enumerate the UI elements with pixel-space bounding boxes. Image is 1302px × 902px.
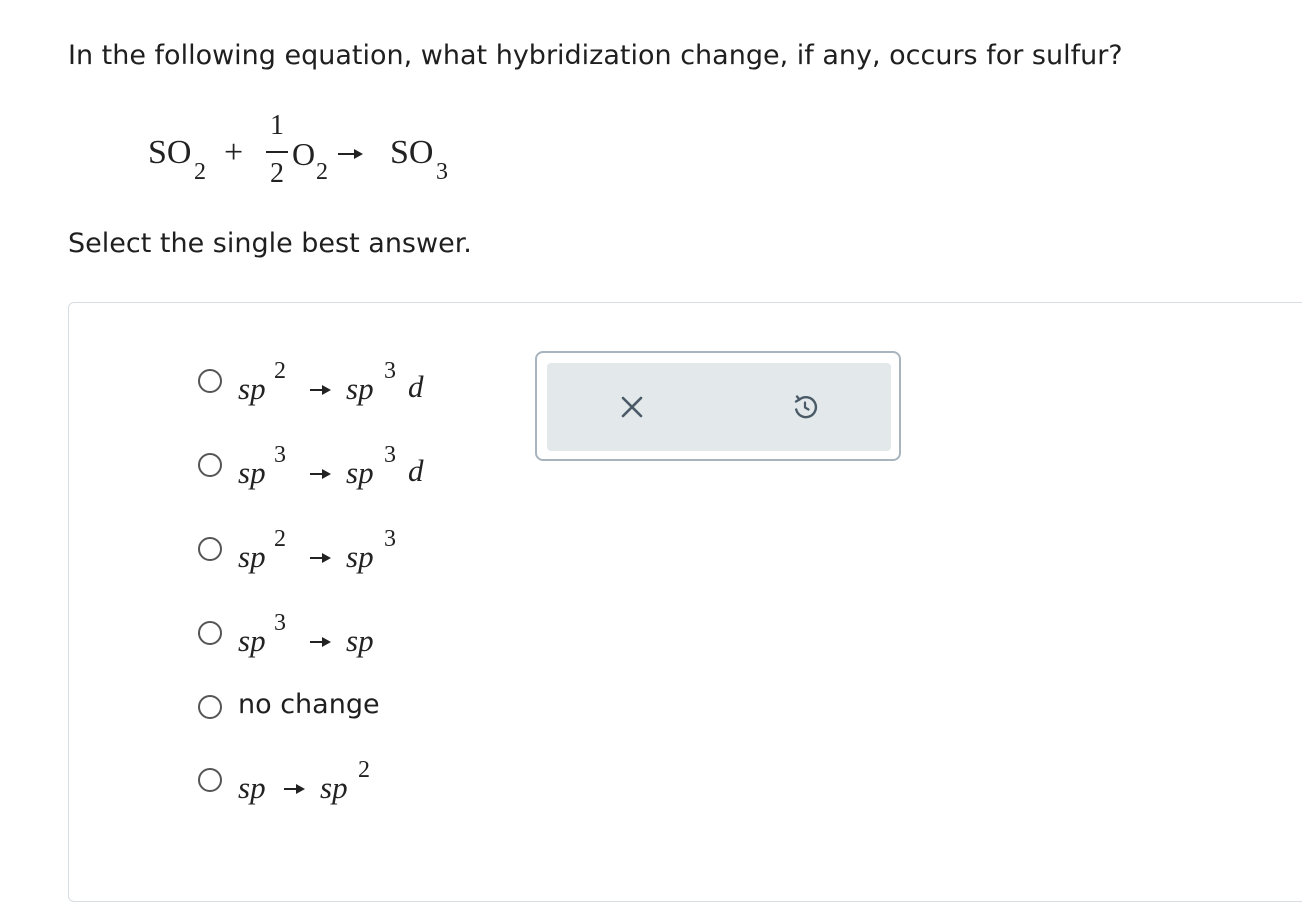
from-superscript: 2 xyxy=(274,358,286,384)
clear-button[interactable] xyxy=(614,389,650,425)
to-superscript: 3 xyxy=(384,442,396,468)
option-arrow-head xyxy=(322,553,331,563)
fraction-bar xyxy=(266,151,288,153)
question-text: In the following equation, what hybridiz… xyxy=(68,40,1123,71)
to-suffix: d xyxy=(408,453,424,488)
option-sp3-to-sp[interactable]: sp 3 sp xyxy=(198,609,498,659)
fraction-denominator: 2 xyxy=(270,158,284,189)
answer-actions-box xyxy=(535,351,901,461)
from-superscript: 3 xyxy=(274,442,286,468)
reaction-arrow-head xyxy=(354,149,363,159)
radio-button[interactable] xyxy=(198,768,222,792)
to-superscript: 3 xyxy=(384,526,396,552)
option-arrow-head xyxy=(296,784,305,794)
to-superscript: 2 xyxy=(358,757,370,783)
to-hybrid: sp xyxy=(346,455,374,490)
option-sp-to-sp2[interactable]: sp sp 2 xyxy=(198,756,498,806)
chemical-equation: SO 2 + 1 2 O 2 SO 3 xyxy=(148,108,508,190)
option-sp3-to-sp3d[interactable]: sp 3 sp 3 d xyxy=(198,441,498,491)
from-superscript: 2 xyxy=(274,526,286,552)
option-sp2-to-sp3[interactable]: sp 2 sp 3 xyxy=(198,525,498,575)
option-arrow-head xyxy=(322,469,331,479)
from-hybrid: sp xyxy=(238,455,266,490)
option-label: no change xyxy=(238,689,380,720)
from-hybrid: sp xyxy=(238,539,266,574)
radio-button[interactable] xyxy=(198,537,222,561)
from-superscript: 3 xyxy=(274,610,286,636)
from-hybrid: sp xyxy=(238,371,266,406)
reactant-so-subscript: 2 xyxy=(194,159,206,185)
reactant-so: SO xyxy=(148,134,192,171)
answer-actions-bar xyxy=(547,363,891,451)
option-arrow-head xyxy=(322,637,331,647)
reactant-o: O xyxy=(292,136,316,172)
reactant-o-subscript: 2 xyxy=(316,159,328,185)
to-hybrid: sp xyxy=(346,371,374,406)
to-superscript: 3 xyxy=(384,358,396,384)
reset-button[interactable] xyxy=(787,389,823,425)
radio-button[interactable] xyxy=(198,621,222,645)
close-icon xyxy=(621,396,643,418)
undo-icon xyxy=(794,395,818,419)
from-hybrid: sp xyxy=(238,770,266,805)
instruction-text: Select the single best answer. xyxy=(68,228,472,259)
radio-button[interactable] xyxy=(198,453,222,477)
to-suffix: d xyxy=(408,369,424,404)
radio-button[interactable] xyxy=(198,695,222,719)
product-so: SO xyxy=(390,134,434,171)
option-no-change[interactable]: no change xyxy=(198,682,498,732)
option-sp2-to-sp3d[interactable]: sp 2 sp 3 d xyxy=(198,357,498,407)
radio-button[interactable] xyxy=(198,369,222,393)
product-so-subscript: 3 xyxy=(436,159,448,185)
to-hybrid: sp xyxy=(346,623,374,658)
option-arrow-head xyxy=(322,385,331,395)
to-hybrid: sp xyxy=(346,539,374,574)
to-hybrid: sp xyxy=(320,770,348,805)
plus-sign: + xyxy=(224,134,244,171)
fraction-numerator: 1 xyxy=(270,110,284,141)
from-hybrid: sp xyxy=(238,623,266,658)
